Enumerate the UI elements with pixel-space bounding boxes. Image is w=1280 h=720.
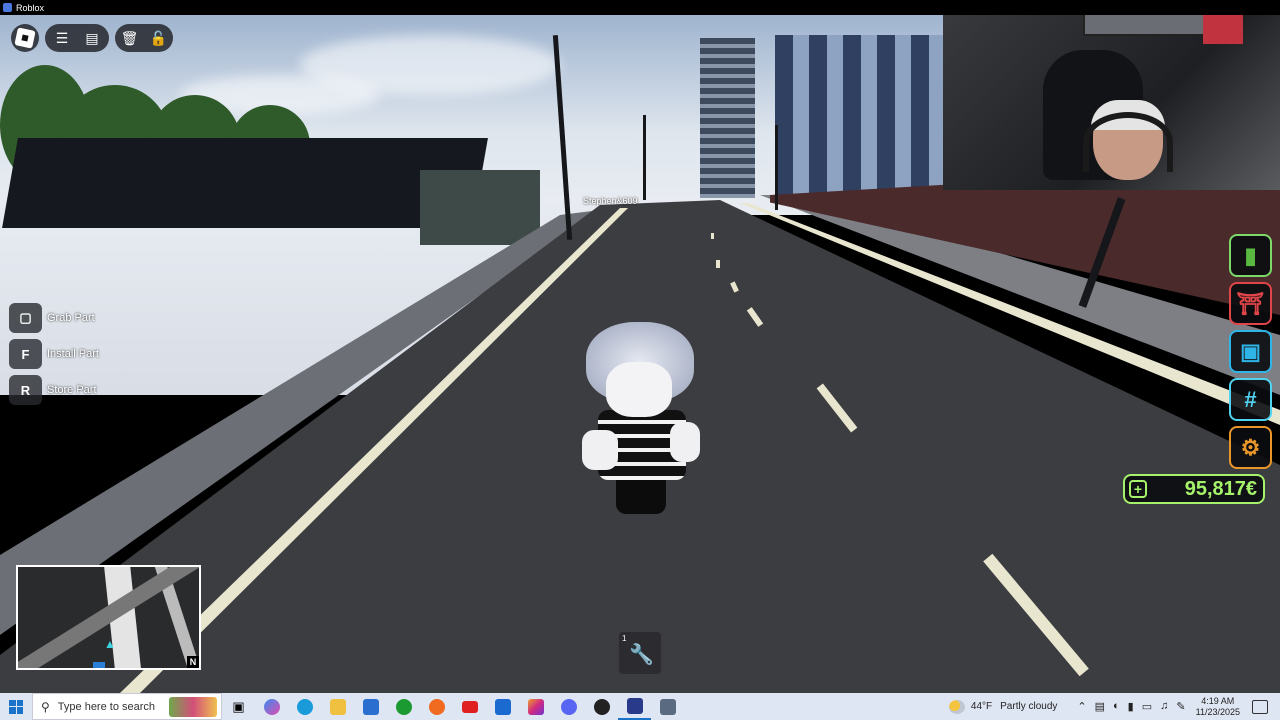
book-menu-button[interactable]: ▮ xyxy=(1229,234,1272,277)
shop-icon: ⛩ xyxy=(1236,290,1265,316)
weather-temp: 44°F xyxy=(970,701,993,712)
youtube-icon[interactable] xyxy=(453,693,486,720)
search-placeholder: Type here to search xyxy=(57,700,156,713)
battery-icon[interactable]: ▭ xyxy=(1142,700,1152,713)
hint-label: Install Part xyxy=(47,348,99,360)
street-lamp xyxy=(775,125,778,210)
clock[interactable]: 4:19 AM 11/23/2025 xyxy=(1196,696,1240,718)
player-marker-icon: ▲ xyxy=(104,637,116,651)
roblox-menu-button[interactable] xyxy=(11,24,39,52)
hashtag-menu-button[interactable]: # xyxy=(1229,378,1272,421)
window-titlebar: Roblox xyxy=(0,0,1280,15)
player-nametag: Stephen&609 xyxy=(583,196,638,206)
roblox-logo-icon xyxy=(14,27,36,49)
book-icon: ▮ xyxy=(1244,242,1257,268)
task-view-icon[interactable]: ▣ xyxy=(222,693,255,720)
clock-time: 4:19 AM xyxy=(1201,695,1235,706)
hashtag-icon: # xyxy=(1244,386,1257,412)
window-title: Roblox xyxy=(16,2,45,13)
roblox-studio-icon[interactable] xyxy=(651,693,684,720)
key-badge: R xyxy=(9,375,42,405)
windows-logo-icon xyxy=(9,699,23,714)
webcam-overlay xyxy=(943,0,1280,190)
search-highlight-image xyxy=(169,697,217,717)
hint-store-part: R Store Part xyxy=(9,375,97,405)
money-amount: 95,817€ xyxy=(1184,477,1257,500)
dark-building xyxy=(2,138,488,228)
unlock-icon[interactable]: 🔓 xyxy=(144,31,173,45)
north-indicator: N xyxy=(187,656,199,668)
slot-number: 1 xyxy=(622,634,627,643)
tower-building xyxy=(700,38,755,198)
weather-desc: Partly cloudy xyxy=(1000,701,1058,712)
money-display: + 95,817€ xyxy=(1123,474,1265,504)
tray-icons: ⌃ ▤ ◐ ▮ ▭ ♫ ✎ xyxy=(1077,700,1185,713)
network-icon[interactable]: ▤ xyxy=(1095,700,1105,713)
store-icon[interactable] xyxy=(354,693,387,720)
instagram-icon[interactable] xyxy=(519,693,552,720)
taskbar-search[interactable]: ⚲ Type here to search xyxy=(32,693,222,720)
player-avatar xyxy=(578,322,706,514)
volume-icon[interactable]: ♫ xyxy=(1160,700,1168,713)
start-button[interactable] xyxy=(0,693,32,720)
hint-label: Store Part xyxy=(47,384,97,396)
street-lamp xyxy=(643,115,646,200)
mouse-icon: ▢ xyxy=(9,303,42,333)
headset xyxy=(1083,112,1173,172)
trash-icon[interactable]: 🗑 xyxy=(115,31,144,45)
garage-marker-icon xyxy=(93,662,105,668)
key-badge: F xyxy=(9,339,42,369)
notifications-icon[interactable] xyxy=(1252,699,1268,714)
windows-taskbar: ⚲ Type here to search ▣ 44°F Partly clou… xyxy=(0,693,1280,720)
weather-widget[interactable]: 44°F Partly cloudy xyxy=(948,699,1065,714)
roblox-window: Roblox Stephen&609 ☰ ▤ 🗑 🔓 ▢ Grab Part F… xyxy=(0,0,1280,720)
file-explorer-icon[interactable] xyxy=(321,693,354,720)
hotbar-slot-1[interactable]: 1 🔧 xyxy=(619,632,661,674)
partly-cloudy-icon xyxy=(948,699,965,714)
hint-grab-part: ▢ Grab Part xyxy=(9,303,95,333)
settings-menu-button[interactable]: ⚙ xyxy=(1229,426,1272,469)
shop-menu-button[interactable]: ⛩ xyxy=(1229,282,1272,325)
add-money-button[interactable]: + xyxy=(1129,480,1147,498)
meet-now-icon[interactable]: ◐ xyxy=(1113,700,1120,713)
hint-label: Grab Part xyxy=(47,312,95,324)
backpack-icon: ▣ xyxy=(1240,338,1261,364)
copilot-icon[interactable] xyxy=(255,693,288,720)
backpack-tools-group: 🗑 🔓 xyxy=(115,24,173,52)
wrench-icon: 🔧 xyxy=(629,644,654,666)
gear-icon: ⚙ xyxy=(1240,434,1261,460)
obs-icon[interactable] xyxy=(585,693,618,720)
search-icon: ⚲ xyxy=(41,699,50,714)
minimap: ▲ N xyxy=(16,565,201,670)
chevron-up-icon[interactable]: ⌃ xyxy=(1077,700,1086,713)
menu-chat-group: ☰ ▤ xyxy=(45,24,109,52)
chat-icon[interactable]: ▤ xyxy=(77,31,107,45)
roblox-app-icon xyxy=(3,3,12,12)
roblox-icon[interactable] xyxy=(618,693,651,720)
apartment-buildings xyxy=(775,35,945,195)
edge-icon[interactable] xyxy=(288,693,321,720)
xbox-icon[interactable] xyxy=(387,693,420,720)
lane-dash xyxy=(711,233,714,239)
discord-icon[interactable] xyxy=(552,693,585,720)
backpack-menu-button[interactable]: ▣ xyxy=(1229,330,1272,373)
hint-install-part: F Install Part xyxy=(9,339,99,369)
outlook-icon[interactable] xyxy=(486,693,519,720)
system-tray: 44°F Partly cloudy ⌃ ▤ ◐ ▮ ▭ ♫ ✎ 4:19 AM… xyxy=(948,693,1280,720)
bus-stop-building xyxy=(420,170,540,245)
pen-icon[interactable]: ✎ xyxy=(1176,700,1185,713)
hamburger-menu-icon[interactable]: ☰ xyxy=(47,31,77,45)
microphone-icon[interactable]: ▮ xyxy=(1128,700,1134,713)
firefox-icon[interactable] xyxy=(420,693,453,720)
lane-dash xyxy=(716,260,720,268)
clock-date: 11/23/2025 xyxy=(1195,706,1240,717)
